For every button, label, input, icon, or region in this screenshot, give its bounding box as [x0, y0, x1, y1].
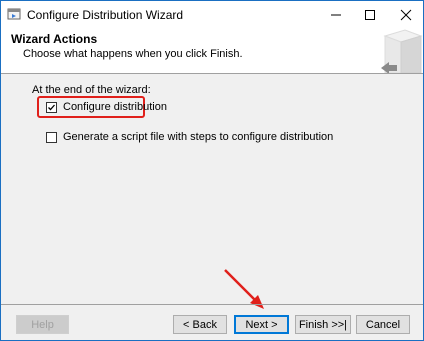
close-button[interactable] [389, 1, 423, 28]
minimize-icon [331, 14, 341, 15]
minimize-button[interactable] [319, 1, 353, 28]
wizard-header: Wizard Actions Choose what happens when … [1, 28, 423, 74]
configure-distribution-option[interactable]: Configure distribution [46, 101, 167, 113]
checkmark-icon [48, 104, 55, 110]
back-button[interactable]: < Back [173, 315, 227, 334]
maximize-button[interactable] [353, 1, 387, 28]
page-title: Wizard Actions [11, 32, 98, 46]
section-label: At the end of the wizard: [32, 84, 151, 96]
wizard-window: Configure Distribution Wizard Wizard Act… [0, 0, 424, 341]
generate-script-option[interactable]: Generate a script file with steps to con… [46, 131, 333, 143]
generate-script-checkbox[interactable] [46, 131, 57, 143]
close-icon [400, 9, 412, 20]
server-graphic-icon [381, 29, 423, 74]
help-button[interactable]: Help [16, 315, 69, 334]
title-bar[interactable]: Configure Distribution Wizard [1, 1, 423, 28]
wizard-body: At the end of the wizard: Configure dist… [1, 74, 423, 304]
cancel-button[interactable]: Cancel [356, 315, 410, 334]
finish-button[interactable]: Finish >>| [295, 315, 351, 334]
maximize-icon [365, 9, 375, 20]
page-subtitle: Choose what happens when you click Finis… [23, 48, 243, 60]
window-title: Configure Distribution Wizard [27, 8, 184, 22]
configure-distribution-label: Configure distribution [63, 101, 167, 113]
footer-divider [1, 304, 423, 305]
generate-script-label: Generate a script file with steps to con… [63, 131, 334, 143]
wizard-banner-graphic [371, 28, 423, 74]
next-button[interactable]: Next > [234, 315, 289, 334]
annotation-arrow-icon [224, 269, 264, 309]
app-icon [7, 7, 21, 21]
configure-distribution-checkbox[interactable] [46, 101, 57, 113]
